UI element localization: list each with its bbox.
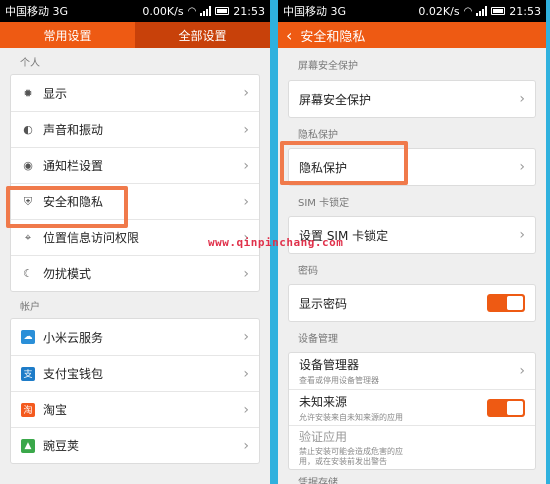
chevron-right-icon: › bbox=[243, 437, 249, 454]
settings-item-subtitle: 允许安装来自未知来源的应用 bbox=[299, 412, 403, 422]
section-sim: SIM 卡锁定 bbox=[298, 197, 350, 209]
settings-item-screen-security[interactable]: 屏幕安全保护 › bbox=[289, 81, 535, 117]
chevron-right-icon: › bbox=[519, 91, 525, 107]
wifi-icon: ◠ bbox=[463, 5, 473, 17]
settings-tabs: 常用设置 全部设置 bbox=[0, 22, 270, 48]
settings-item-dnd[interactable]: ☾ 勿扰模式 › bbox=[11, 255, 259, 291]
settings-item-label: 小米云服务 bbox=[43, 330, 104, 345]
status-bar: 中国移动 3G 0.02K/s ◠ 21:53 bbox=[278, 0, 546, 22]
settings-item-label: 未知来源 bbox=[299, 394, 348, 409]
settings-item-subtitle: 禁止安装可能会造成危害的应用，或在安装前发出警告 bbox=[299, 447, 403, 466]
settings-item-label: 声音和振动 bbox=[43, 123, 104, 137]
signal-icon bbox=[476, 6, 488, 16]
settings-item-verify-apps[interactable]: 验证应用 禁止安装可能会造成危害的应用，或在安装前发出警告 bbox=[289, 425, 535, 469]
tab-common-settings[interactable]: 常用设置 bbox=[0, 22, 135, 48]
chevron-right-icon: › bbox=[243, 265, 249, 282]
chevron-right-icon: › bbox=[243, 401, 249, 418]
status-bar: 中国移动 3G 0.00K/s ◠ 21:53 bbox=[0, 0, 270, 22]
device-group: 设备管理器 查看或停用设备管理器 › 未知来源 允许安装来自未知来源的应用 验证… bbox=[288, 352, 536, 470]
settings-item-label: 设备管理器 bbox=[299, 358, 360, 372]
signal-icon bbox=[200, 6, 212, 16]
highlight-box-security bbox=[6, 186, 128, 228]
speaker-icon: ◐ bbox=[23, 123, 33, 136]
wifi-icon: ◠ bbox=[187, 5, 197, 17]
account-group: ☁ 小米云服务 › 支 支付宝钱包 › 淘 淘宝 › ▲ 豌豆荚 › bbox=[10, 318, 260, 464]
watermark-text: www.qinpinchang.com bbox=[208, 236, 344, 249]
settings-item-label: 勿扰模式 bbox=[43, 267, 92, 281]
section-account: 帐户 bbox=[20, 301, 40, 313]
settings-item-device-admin[interactable]: 设备管理器 查看或停用设备管理器 › bbox=[289, 353, 535, 389]
section-storage: 凭据存储 bbox=[298, 477, 338, 484]
carrier-label: 中国移动 3G bbox=[5, 5, 69, 18]
back-arrow-icon[interactable]: ‹ bbox=[286, 26, 292, 45]
screen-group: 屏幕安全保护 › bbox=[288, 80, 536, 118]
unknown-sources-toggle[interactable] bbox=[487, 398, 525, 417]
settings-item-display[interactable]: ✹ 显示 › bbox=[11, 75, 259, 111]
tab-all-settings[interactable]: 全部设置 bbox=[135, 22, 270, 48]
section-password: 密码 bbox=[298, 265, 318, 277]
clock: 21:53 bbox=[233, 4, 265, 18]
settings-item-label: 淘宝 bbox=[43, 403, 68, 417]
section-device: 设备管理 bbox=[298, 333, 338, 345]
toggle-icon: ◉ bbox=[23, 159, 33, 172]
location-icon: ⌖ bbox=[24, 230, 32, 244]
settings-item-label: 屏幕安全保护 bbox=[299, 92, 372, 107]
settings-item-label: 显示密码 bbox=[299, 296, 348, 311]
settings-item-label: 位置信息访问权限 bbox=[43, 231, 140, 245]
network-speed: 0.02K/s bbox=[418, 4, 460, 18]
settings-item-label: 验证应用 bbox=[299, 430, 348, 444]
wandoujia-icon: ▲ bbox=[21, 438, 35, 453]
clock: 21:53 bbox=[509, 4, 541, 18]
settings-item-micloud[interactable]: ☁ 小米云服务 › bbox=[11, 319, 259, 355]
highlight-box-privacy bbox=[280, 141, 408, 185]
settings-item-subtitle: 查看或停用设备管理器 bbox=[299, 376, 379, 385]
chevron-right-icon: › bbox=[519, 159, 525, 175]
network-speed: 0.00K/s bbox=[142, 4, 184, 18]
settings-item-taobao[interactable]: 淘 淘宝 › bbox=[11, 391, 259, 427]
page-title: 安全和隐私 bbox=[300, 29, 366, 45]
cloud-icon: ☁ bbox=[21, 330, 35, 344]
gear-icon: ✹ bbox=[23, 86, 33, 100]
section-personal: 个人 bbox=[20, 57, 40, 69]
settings-item-label: 支付宝钱包 bbox=[43, 367, 104, 381]
chevron-right-icon: › bbox=[243, 329, 249, 345]
settings-item-sound[interactable]: ◐ 声音和振动 › bbox=[11, 111, 259, 147]
chevron-right-icon: › bbox=[243, 157, 249, 174]
settings-item-wandoujia[interactable]: ▲ 豌豆荚 › bbox=[11, 427, 259, 463]
chevron-right-icon: › bbox=[519, 227, 525, 243]
settings-item-alipay[interactable]: 支 支付宝钱包 › bbox=[11, 355, 259, 391]
settings-item-label: 通知栏设置 bbox=[43, 159, 104, 173]
title-bar: ‹ 安全和隐私 bbox=[278, 22, 546, 48]
settings-item-show-password[interactable]: 显示密码 bbox=[289, 285, 535, 321]
chevron-right-icon: › bbox=[243, 193, 249, 210]
taobao-icon: 淘 bbox=[21, 402, 35, 417]
alipay-icon: 支 bbox=[21, 366, 35, 381]
settings-item-label: 豌豆荚 bbox=[43, 439, 80, 453]
settings-item-label: 显示 bbox=[43, 86, 68, 101]
chevron-right-icon: › bbox=[243, 85, 249, 101]
chevron-right-icon: › bbox=[243, 121, 249, 138]
moon-icon: ☾ bbox=[23, 267, 33, 280]
section-screen: 屏幕安全保护 bbox=[298, 60, 358, 72]
show-password-toggle[interactable] bbox=[487, 294, 525, 312]
carrier-label: 中国移动 3G bbox=[283, 5, 347, 18]
password-group: 显示密码 bbox=[288, 284, 536, 322]
settings-item-unknown-sources[interactable]: 未知来源 允许安装来自未知来源的应用 bbox=[289, 389, 535, 425]
personal-group: ✹ 显示 › ◐ 声音和振动 › ◉ 通知栏设置 › ⛨ 安全和隐私 › ⌖ 位… bbox=[10, 74, 260, 292]
battery-icon bbox=[491, 7, 506, 15]
settings-item-notification[interactable]: ◉ 通知栏设置 › bbox=[11, 147, 259, 183]
chevron-right-icon: › bbox=[519, 363, 525, 379]
chevron-right-icon: › bbox=[243, 365, 249, 382]
battery-icon bbox=[215, 7, 230, 15]
